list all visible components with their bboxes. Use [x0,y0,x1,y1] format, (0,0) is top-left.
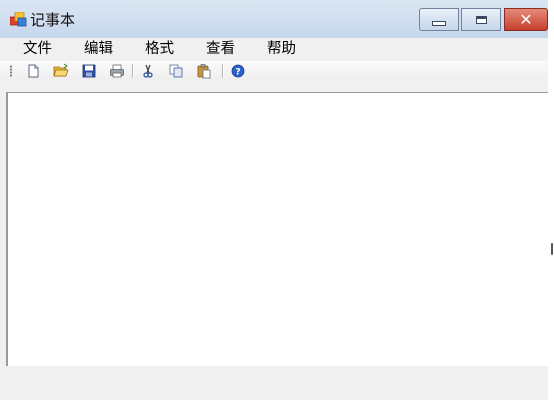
notepad-window: 记事本 ✕ 文件 编辑 格式 查看 帮助 ? [0,0,548,400]
close-button[interactable]: ✕ [504,8,548,31]
paste-icon[interactable] [196,63,212,79]
app-icon [10,12,27,27]
new-document-icon[interactable] [25,63,41,79]
save-icon[interactable] [81,63,97,79]
menu-format[interactable]: 格式 [136,38,183,61]
toolbar: ? [0,61,548,81]
text-area-frame [6,92,548,366]
help-icon[interactable]: ? [230,63,246,79]
title-bar[interactable]: 记事本 ✕ [0,0,548,38]
cut-icon[interactable] [140,63,156,79]
resize-edge-mark [551,243,553,255]
window-outer-edge [548,0,554,400]
toolbar-separator [222,64,223,78]
copy-icon[interactable] [168,63,184,79]
maximize-button[interactable] [461,8,501,31]
menu-bar: 文件 编辑 格式 查看 帮助 [0,38,548,61]
window-title: 记事本 [30,11,76,29]
toolbar-grip[interactable] [10,65,12,77]
minimize-button[interactable] [419,8,459,31]
svg-text:?: ? [235,68,240,78]
open-folder-icon[interactable] [53,63,69,79]
close-icon: ✕ [519,9,533,29]
print-icon[interactable] [109,63,125,79]
menu-file[interactable]: 文件 [14,38,61,61]
menu-help[interactable]: 帮助 [258,38,305,61]
menu-view[interactable]: 查看 [197,38,244,61]
maximize-icon [475,15,487,24]
status-strip [0,366,548,400]
toolbar-separator [132,64,133,78]
document-text-area[interactable] [8,93,548,366]
menu-edit[interactable]: 编辑 [75,38,122,61]
minimize-icon [432,21,446,26]
